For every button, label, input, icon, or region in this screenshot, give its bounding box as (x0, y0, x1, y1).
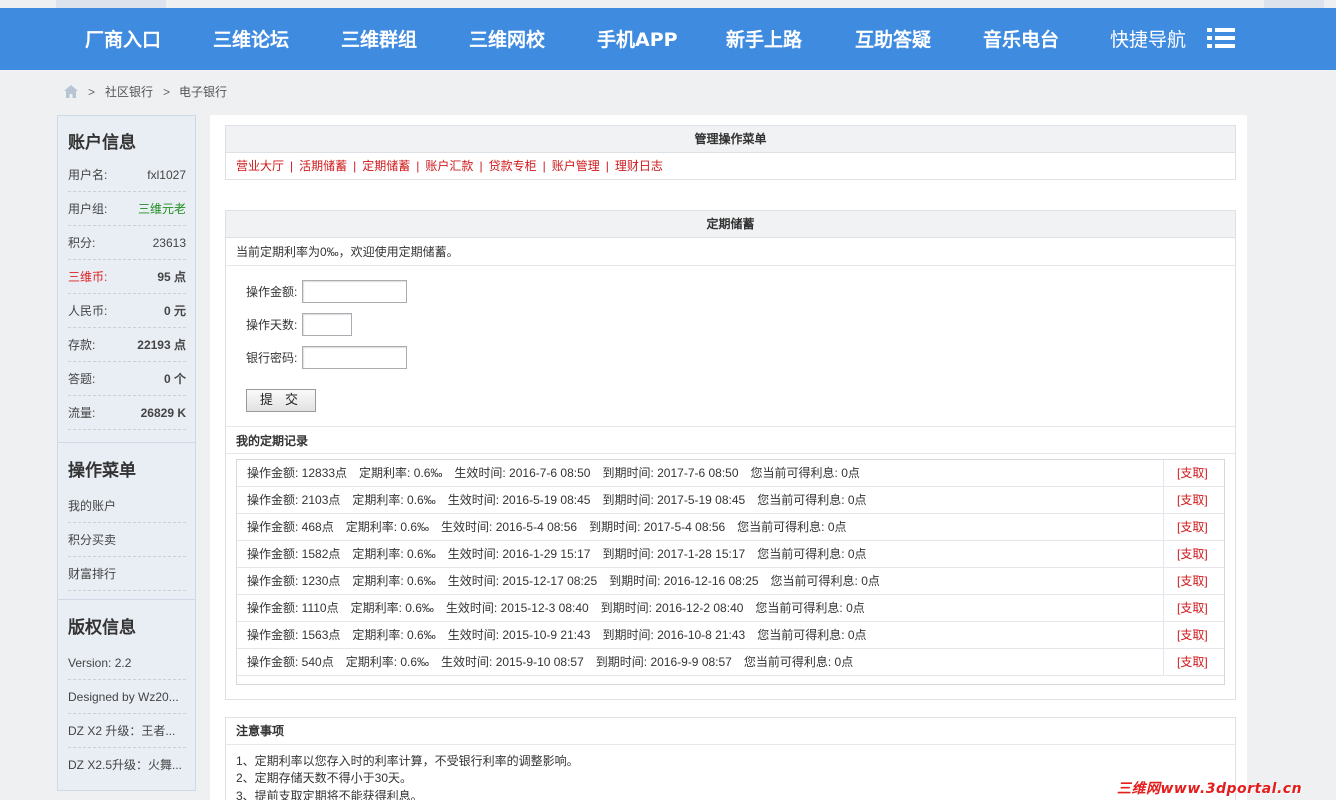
nav-item-radio[interactable]: 音乐电台 (983, 26, 1059, 54)
record-row: 操作金额: 1563点 定期利率: 0.6‰ 生效时间: 2015-10-9 2… (237, 622, 1224, 649)
copyright-designer: Designed by Wz20... (68, 680, 186, 714)
fixed-savings-title: 定期储蓄 (226, 211, 1235, 238)
records-title: 我的定期记录 (226, 426, 1235, 454)
account-row-deposit: 存款: 22193 点 (68, 328, 186, 362)
menu-link-remittance[interactable]: 账户汇款 (425, 159, 473, 173)
account-row-username: 用户名: fxl1027 (68, 158, 186, 192)
nav-item-quick-nav[interactable]: 快捷导航 (1110, 26, 1186, 54)
top-strip (0, 0, 1336, 8)
days-label: 操作天数: (246, 318, 298, 332)
record-row: 操作金额: 1110点 定期利率: 0.6‰ 生效时间: 2015-12-3 0… (237, 595, 1224, 622)
record-row: 操作金额: 1230点 定期利率: 0.6‰ 生效时间: 2015-12-17 … (237, 568, 1224, 595)
records-table: 操作金额: 12833点 定期利率: 0.6‰ 生效时间: 2016-7-6 0… (236, 459, 1225, 685)
fixed-savings-intro: 当前定期利率为0‰，欢迎使用定期储蓄。 (226, 238, 1235, 266)
fixed-savings-box: 定期储蓄 当前定期利率为0‰，欢迎使用定期储蓄。 操作金额: 操作天数: 银行密… (225, 210, 1236, 700)
withdraw-link[interactable]: [支取] (1177, 595, 1208, 621)
record-row: 操作金额: 12833点 定期利率: 0.6‰ 生效时间: 2016-7-6 0… (237, 460, 1224, 487)
menu-link-fixed-savings[interactable]: 定期储蓄 (362, 159, 410, 173)
note-line: 3、提前支取定期将不能获得利息。 (236, 789, 423, 800)
home-icon[interactable] (64, 85, 78, 98)
account-row-rmb: 人民币: 0 元 (68, 294, 186, 328)
bank-password-input[interactable] (302, 346, 407, 369)
operation-menu-title: 操作菜单 (68, 461, 136, 481)
menu-link-account-management[interactable]: 账户管理 (552, 159, 600, 173)
copyright-x25-upgrade: DZ X2.5升级：火舞... (68, 758, 183, 772)
menu-link-hall[interactable]: 营业大厅 (236, 159, 284, 173)
days-input[interactable] (302, 313, 352, 336)
password-label: 银行密码: (246, 351, 298, 365)
nav-item-school[interactable]: 三维网校 (469, 26, 545, 54)
account-row-coins: 三维币: 95 点 (68, 260, 186, 294)
account-row-answers: 答题: 0 个 (68, 362, 186, 396)
breadcrumb-separator: > (88, 85, 96, 99)
sidebar-item-wealth-rank[interactable]: 财富排行 (68, 557, 186, 591)
note-line: 2、定期存储天数不得小于30天。 (236, 771, 413, 785)
record-row: 操作金额: 2103点 定期利率: 0.6‰ 生效时间: 2016-5-19 0… (237, 487, 1224, 514)
sidebar-divider (58, 599, 195, 600)
record-row: 操作金额: 1582点 定期利率: 0.6‰ 生效时间: 2016-1-29 1… (237, 541, 1224, 568)
account-info-title: 账户信息 (68, 133, 136, 153)
note-line: 1、定期利率以您存入时的利率计算，不受银行利率的调整影响。 (236, 754, 579, 768)
nav-item-newbie[interactable]: 新手上路 (726, 26, 802, 54)
withdraw-link[interactable]: [支取] (1177, 622, 1208, 648)
admin-menu-title: 管理操作菜单 (226, 126, 1235, 153)
withdraw-link[interactable]: [支取] (1177, 460, 1208, 486)
notes-title: 注意事项 (226, 718, 1235, 745)
withdraw-link[interactable]: [支取] (1177, 487, 1208, 513)
nav-item-forum[interactable]: 三维论坛 (213, 26, 289, 54)
admin-menu-box: 管理操作菜单 营业大厅 | 活期储蓄 | 定期储蓄 | 账户汇款 | 贷款专柜 | 账户管理 | 理财日… (225, 125, 1236, 180)
admin-menu-links: 营业大厅 | 活期储蓄 | 定期储蓄 | 账户汇款 | 贷款专柜 | 账户管理 | 理财日志 (236, 159, 663, 173)
nav-item-groups[interactable]: 三维群组 (341, 26, 417, 54)
record-row: 操作金额: 540点 定期利率: 0.6‰ 生效时间: 2015-9-10 08… (237, 649, 1224, 676)
nav-item-vendor[interactable]: 厂商入口 (85, 26, 161, 54)
breadcrumb-separator: > (163, 85, 171, 99)
amount-input[interactable] (302, 280, 407, 303)
record-row: 操作金额: 468点 定期利率: 0.6‰ 生效时间: 2016-5-4 08:… (237, 514, 1224, 541)
breadcrumb-community-bank[interactable]: 社区银行 (105, 84, 153, 100)
sidebar-divider (58, 442, 195, 443)
copyright-title: 版权信息 (68, 618, 136, 638)
nav-item-app[interactable]: 手机APP (597, 26, 678, 54)
copyright-x2-upgrade: DZ X2 升级：王者... (68, 714, 186, 748)
main-panel: 管理操作菜单 营业大厅 | 活期储蓄 | 定期储蓄 | 账户汇款 | 贷款专柜 | 账户管理 | 理财日… (210, 115, 1247, 800)
list-menu-icon[interactable] (1207, 28, 1235, 48)
withdraw-link[interactable]: [支取] (1177, 649, 1208, 675)
site-watermark: 三维网www.3dportal.cn (1117, 781, 1303, 797)
sidebar-item-points-trade[interactable]: 积分买卖 (68, 523, 186, 557)
menu-link-finance-log[interactable]: 理财日志 (615, 159, 663, 173)
breadcrumb-e-bank[interactable]: 电子银行 (179, 84, 227, 100)
submit-button[interactable]: 提 交 (246, 389, 316, 412)
withdraw-link[interactable]: [支取] (1177, 541, 1208, 567)
account-row-group: 用户组: 三维元老 (68, 192, 186, 226)
notes-box: 注意事项 1、定期利率以您存入时的利率计算，不受银行利率的调整影响。 2、定期存… (225, 717, 1236, 800)
top-nav: 厂商入口 三维论坛 三维群组 三维网校 手机APP 新手上路 互助答疑 音乐电台… (0, 0, 1336, 70)
amount-label: 操作金额: (246, 285, 298, 299)
withdraw-link[interactable]: [支取] (1177, 568, 1208, 594)
menu-link-loans[interactable]: 贷款专柜 (489, 159, 537, 173)
nav-item-qa[interactable]: 互助答疑 (855, 26, 931, 54)
withdraw-link[interactable]: [支取] (1177, 514, 1208, 540)
account-row-traffic: 流量: 26829 K (68, 396, 186, 430)
account-row-points: 积分: 23613 (68, 226, 186, 260)
sidebar-item-my-account[interactable]: 我的账户 (68, 489, 186, 523)
sidebar: 账户信息 用户名: fxl1027 用户组: 三维元老 积分: 23613 三维币: 9… (57, 115, 196, 791)
copyright-version: Version: 2.2 (68, 646, 186, 680)
menu-link-current-savings[interactable]: 活期储蓄 (299, 159, 347, 173)
